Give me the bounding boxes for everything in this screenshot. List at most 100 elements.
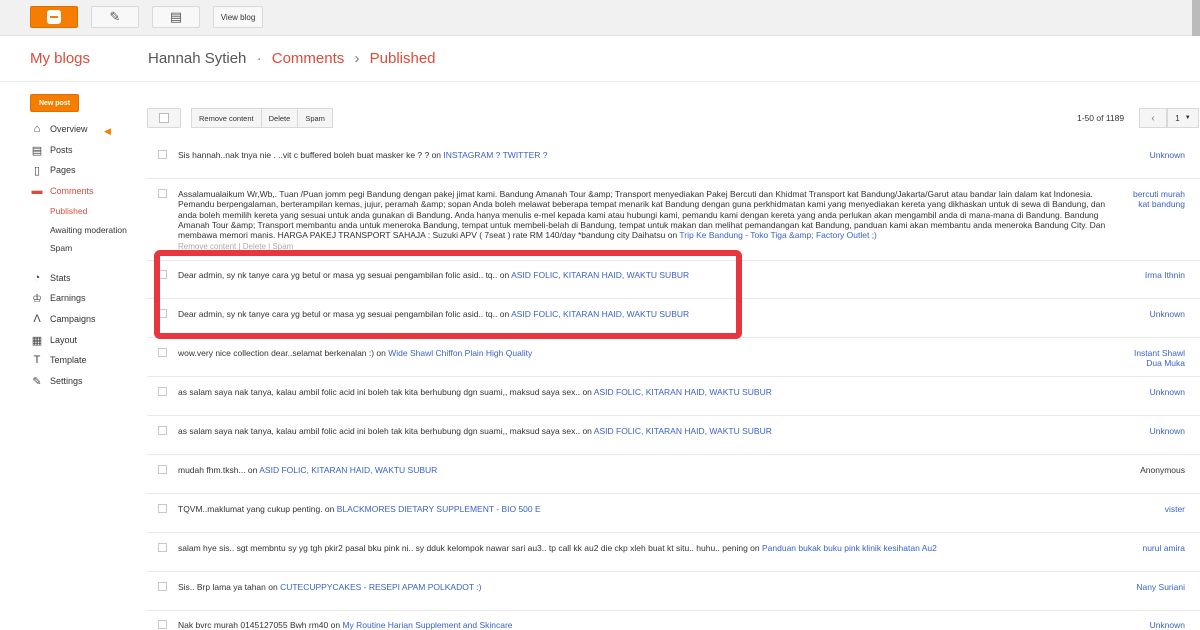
spam-button[interactable]: Spam [297, 108, 333, 128]
comment-author[interactable]: Unknown [1124, 620, 1200, 630]
comment-row[interactable]: Nak bvrc murah 0145127055 Bwh rm40 on My… [147, 611, 1200, 630]
post-link[interactable]: Wide Shawl Chiffon Plain High Quality [388, 348, 532, 358]
previous-page-button[interactable]: ‹ [1139, 108, 1167, 128]
row-checkbox[interactable] [158, 309, 167, 318]
comment-row[interactable]: TQVM..maklumat yang cukup penting. on BL… [147, 494, 1200, 533]
comment-text: Dear admin, sy nk tanye cara yg betul or… [178, 309, 690, 319]
post-link[interactable]: My Routine Harian Supplement and Skincar… [342, 620, 512, 630]
post-link[interactable]: ASID FOLIC, KITARAN HAID, WAKTU SUBUR [594, 426, 772, 436]
sidebar-item-label: Layout [50, 335, 78, 345]
comment-row[interactable]: wow.very nice collection dear..selamat b… [147, 338, 1200, 377]
comment-author[interactable]: bercuti murah kat bandung [1124, 189, 1200, 210]
wrench-icon: ✎ [32, 375, 42, 388]
sidebar-item-label: Posts [50, 145, 73, 155]
comment-author[interactable]: Nany Suriani [1124, 582, 1200, 592]
row-checkbox[interactable] [158, 189, 167, 198]
post-link[interactable]: ASID FOLIC, KITARAN HAID, WAKTU SUBUR [259, 465, 437, 475]
sidebar-item-label: Overview [50, 124, 88, 134]
breadcrumb-separator: › [354, 50, 360, 67]
sidebar-item-campaigns[interactable]: Λ Campaigns [30, 311, 96, 327]
layout-icon: ▦ [31, 334, 43, 347]
scrollbar-edge [1192, 0, 1200, 36]
comment-row[interactable]: as salam saya nak tanya, kalau ambil fol… [147, 377, 1200, 416]
post-link[interactable]: Panduan bukak buku pink klinik kesihatan… [762, 543, 937, 553]
view-blog-button[interactable]: View blog [213, 6, 263, 28]
comment-text: Nak bvrc murah 0145127055 Bwh rm40 on My… [178, 620, 513, 630]
comment-text: as salam saya nak tanya, kalau ambil fol… [178, 387, 772, 397]
row-checkbox[interactable] [158, 387, 167, 396]
pages-toolbar-button[interactable]: ▤ [152, 6, 200, 28]
sidebar-item-overview[interactable]: ⌂ Overview [30, 121, 88, 137]
breadcrumb-comments[interactable]: Comments [272, 50, 345, 67]
row-checkbox[interactable] [158, 348, 167, 357]
chevron-down-icon: ▼ [1184, 115, 1191, 121]
sidebar-sub-spam[interactable]: Spam [50, 243, 72, 253]
comment-author: Anonymous [1140, 465, 1185, 475]
post-link[interactable]: Trip Ke Bandung - Toko Tiga &amp; Factor… [679, 230, 876, 240]
bulk-actions: Remove content Delete Spam [191, 108, 333, 128]
comment-author[interactable]: Unknown [1124, 150, 1200, 160]
comment-row[interactable]: Sis hannah..nak tnya nie . ..vit c buffe… [147, 140, 1200, 179]
row-actions[interactable]: Remove content | Delete | Spam [178, 242, 293, 251]
post-link[interactable]: INSTAGRAM ? TWITTER ? [443, 150, 547, 160]
sidebar-item-comments[interactable]: ▬ Comments [30, 183, 94, 199]
post-link[interactable]: CUTECUPPYCAKES - RESEPI APAM POLKADOT :) [280, 582, 481, 592]
page-header: My blogs Hannah Sytieh · Comments › Publ… [0, 36, 1200, 82]
new-post-button[interactable]: New post [30, 94, 79, 112]
sidebar-item-template[interactable]: T Template [30, 352, 87, 368]
post-link[interactable]: ASID FOLIC, KITARAN HAID, WAKTU SUBUR [594, 387, 772, 397]
row-checkbox[interactable] [158, 270, 167, 279]
comment-author[interactable]: Unknown [1124, 309, 1200, 319]
comment-row[interactable]: Dear admin, sy nk tanye cara yg betul or… [147, 261, 1200, 299]
campaigns-icon: Λ [33, 313, 41, 325]
sidebar-sub-published[interactable]: Published [50, 206, 87, 216]
comment-row[interactable]: Assalamualaikum Wr,Wb,. Tuan /Puan jomm … [147, 179, 1200, 261]
sidebar-item-pages[interactable]: ▯ Pages [30, 162, 76, 178]
comment-text: TQVM..maklumat yang cukup penting. on BL… [178, 504, 541, 514]
sidebar-item-stats[interactable]: ◔ Stats [30, 270, 71, 286]
comment-row[interactable]: salam hye sis.. sgt membntu sy yg tgh pk… [147, 533, 1200, 572]
top-toolbar: ✎ ▤ View blog [0, 0, 1200, 36]
row-checkbox[interactable] [158, 150, 167, 159]
sidebar-item-layout[interactable]: ▦ Layout [30, 332, 77, 348]
chevron-left-icon: ‹ [1151, 112, 1155, 124]
comment-author[interactable]: Instant Shawl Dua Muka [1124, 348, 1200, 369]
row-checkbox[interactable] [158, 504, 167, 513]
sidebar-item-label: Comments [50, 186, 94, 196]
select-all-checkbox[interactable] [147, 108, 181, 128]
comment-author[interactable]: Irma Ithnin [1124, 270, 1200, 280]
new-post-pencil-button[interactable]: ✎ [91, 6, 139, 28]
comment-row[interactable]: as salam saya nak tanya, kalau ambil fol… [147, 416, 1200, 455]
comment-row[interactable]: mudah fhm.tksh... on ASID FOLIC, KITARAN… [147, 455, 1200, 494]
comment-row[interactable]: Sis.. Brp lama ya tahan on CUTECUPPYCAKE… [147, 572, 1200, 611]
comment-author[interactable]: Unknown [1124, 387, 1200, 397]
delete-button[interactable]: Delete [260, 108, 299, 128]
remove-content-button[interactable]: Remove content [191, 108, 262, 128]
post-link[interactable]: ASID FOLIC, KITARAN HAID, WAKTU SUBUR [511, 309, 689, 319]
row-checkbox[interactable] [158, 582, 167, 591]
comment-author[interactable]: vister [1124, 504, 1200, 514]
row-checkbox[interactable] [158, 465, 167, 474]
sidebar-item-posts[interactable]: ▤ Posts [30, 142, 73, 158]
row-checkbox[interactable] [158, 426, 167, 435]
my-blogs-link[interactable]: My blogs [30, 50, 90, 67]
sidebar-item-earnings[interactable]: ♔ Earnings [30, 290, 85, 306]
megaphone-icon: ◀ [104, 126, 111, 136]
sidebar-item-label: Stats [50, 273, 71, 283]
post-link[interactable]: ASID FOLIC, KITARAN HAID, WAKTU SUBUR [511, 270, 689, 280]
blog-name[interactable]: Hannah Sytieh [148, 50, 246, 67]
row-checkbox[interactable] [158, 543, 167, 552]
breadcrumb-separator: · [256, 50, 262, 67]
blogger-logo-icon[interactable] [30, 6, 78, 28]
comment-row[interactable]: Dear admin, sy nk tanye cara yg betul or… [147, 299, 1200, 338]
home-icon: ⌂ [33, 123, 41, 135]
comment-author[interactable]: Unknown [1124, 426, 1200, 436]
comment-author[interactable]: nurul amira [1124, 543, 1200, 553]
row-checkbox[interactable] [158, 620, 167, 629]
sidebar-sub-awaiting-moderation[interactable]: Awaiting moderation [50, 225, 127, 235]
post-link[interactable]: BLACKMORES DIETARY SUPPLEMENT - BIO 500 … [337, 504, 541, 514]
page-select[interactable]: 1 ▼ [1167, 108, 1199, 128]
sidebar-item-settings[interactable]: ✎ Settings [30, 373, 82, 389]
sidebar-item-label: Campaigns [50, 314, 96, 324]
breadcrumb-published[interactable]: Published [370, 50, 436, 67]
